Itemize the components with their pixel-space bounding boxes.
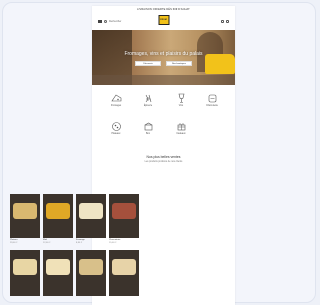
cart-icon[interactable] [226, 19, 229, 23]
product-image [112, 259, 136, 275]
product-price: 15,00 € [109, 242, 117, 244]
category-grid: Fromages Épicerie Vins Charcuterie Plate… [92, 85, 235, 155]
product-image [13, 203, 37, 219]
product-price: 29,00 € [10, 242, 18, 244]
product-card[interactable] [43, 194, 73, 238]
box-icon [144, 122, 152, 131]
wine-icon [178, 93, 184, 103]
category-box[interactable]: Box [136, 121, 160, 136]
category-label: Vins [178, 105, 184, 107]
product-price: 8,50 € [76, 242, 83, 244]
account-icon[interactable] [221, 19, 224, 23]
product-image [46, 259, 70, 275]
product-card[interactable] [109, 194, 139, 238]
search-label[interactable]: Rechercher [109, 20, 121, 23]
hero-title: Fromages, vins et plaisirs du palais [124, 51, 203, 57]
promo-text: LIVRAISON OFFERTE DÈS 60€ D'ACHAT [137, 7, 190, 11]
grocery-icon [145, 94, 151, 103]
category-label: Plateaux [111, 133, 121, 135]
product-image [79, 259, 103, 275]
category-label: Charcuterie [206, 105, 218, 107]
logo-text: FROM [160, 19, 167, 21]
product-price: 12,00 € [43, 242, 51, 244]
category-cheese[interactable]: Fromages [104, 93, 128, 108]
product-card[interactable] [43, 250, 73, 296]
product-card[interactable] [109, 250, 139, 296]
category-gifts[interactable]: Cadeaux [169, 121, 193, 136]
section-subtitle: Les produits préférés de nos clients [144, 160, 183, 163]
hero-button-discover[interactable]: Découvrir [135, 61, 161, 66]
product-image [13, 259, 37, 275]
product-card[interactable] [10, 194, 40, 238]
category-charcuterie[interactable]: Charcuterie [200, 93, 224, 108]
section-title: Nos plus belles ventes [146, 155, 181, 159]
hero-button-shops[interactable]: Nos boutiques [166, 61, 192, 66]
platter-icon [111, 122, 121, 131]
charcuterie-icon [208, 94, 216, 103]
category-wine[interactable]: Vins [169, 93, 193, 108]
category-label: Box [146, 133, 150, 135]
product-image [79, 203, 103, 219]
cheese-icon [110, 94, 121, 102]
product-card[interactable] [10, 250, 40, 296]
product-card[interactable] [76, 250, 106, 296]
logo[interactable]: FROM [158, 15, 169, 25]
product-card[interactable] [76, 194, 106, 238]
menu-icon[interactable] [98, 19, 102, 23]
product-image [112, 203, 136, 219]
search-icon[interactable] [104, 19, 107, 23]
category-platters[interactable]: Plateaux [104, 121, 128, 136]
category-label: Cadeaux [176, 133, 186, 135]
category-grocery[interactable]: Épicerie [136, 93, 160, 108]
hero-banner: Fromages, vins et plaisirs du palais Déc… [92, 30, 235, 85]
category-label: Épicerie [143, 105, 153, 107]
site-header: Rechercher FROM [92, 12, 235, 30]
gift-icon [177, 123, 185, 131]
category-label: Fromages [110, 105, 122, 107]
product-image [46, 203, 70, 219]
